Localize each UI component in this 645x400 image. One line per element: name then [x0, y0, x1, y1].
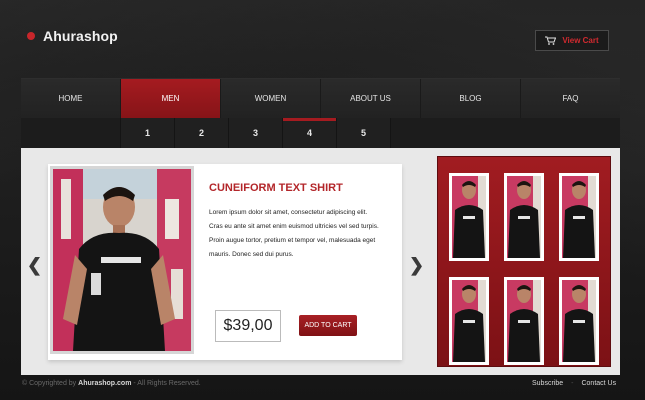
copyright: © Copyrighted by Ahurashop.com - All Rig…: [22, 380, 201, 387]
gallery-thumbnail[interactable]: [449, 277, 489, 365]
copyright-prefix: © Copyrighted by: [22, 380, 77, 387]
main-nav: HOME MEN WOMEN ABOUT US BLOG FAQ: [21, 78, 620, 118]
nav-item-home[interactable]: HOME: [21, 79, 121, 118]
cart-icon: [545, 36, 557, 45]
view-cart-button[interactable]: View Cart: [535, 30, 609, 51]
footer-link-contact-us[interactable]: Contact Us: [581, 380, 616, 387]
gallery-thumbnail[interactable]: [449, 173, 489, 261]
thumbnail-image: [562, 280, 596, 362]
slide-pager: 1 2 3 4 5: [21, 118, 620, 148]
page-5-button[interactable]: 5: [337, 118, 391, 148]
page: Ahurashop View Cart HOME MEN WOMEN ABOUT…: [0, 0, 645, 400]
thumbnail-image: [562, 176, 596, 258]
product-description: Lorem ipsum dolor sit amet, consectetur …: [209, 209, 379, 258]
gallery-thumbnail[interactable]: [559, 173, 599, 261]
thumbnail-image: [507, 176, 541, 258]
page-1-button[interactable]: 1: [121, 118, 175, 148]
footer-separator: -: [571, 380, 574, 387]
nav-item-blog[interactable]: BLOG: [421, 79, 521, 118]
copyright-suffix: - All Rights Reserved.: [133, 380, 201, 387]
pager-spacer: [21, 118, 121, 148]
footer-links: Subscribe - Contact Us: [532, 380, 616, 387]
nav-item-faq[interactable]: FAQ: [521, 79, 620, 118]
view-cart-label: View Cart: [562, 36, 599, 45]
add-to-cart-button[interactable]: ADD TO CART: [299, 315, 357, 336]
nav-item-about-us[interactable]: ABOUT US: [321, 79, 421, 118]
gallery-thumbnail[interactable]: [559, 277, 599, 365]
page-2-button[interactable]: 2: [175, 118, 229, 148]
logo-text: Ahurashop: [43, 28, 118, 44]
copyright-site[interactable]: Ahurashop.com: [78, 380, 131, 387]
logo-dot-icon: [27, 32, 35, 40]
product-title: CUNEIFORM TEXT SHIRT: [209, 182, 343, 194]
logo[interactable]: Ahurashop: [27, 28, 118, 44]
thumbnail-image: [507, 280, 541, 362]
gallery-thumbnail[interactable]: [504, 277, 544, 365]
page-4-button[interactable]: 4: [283, 118, 337, 148]
footer-link-subscribe[interactable]: Subscribe: [532, 380, 563, 387]
gallery-thumbnail[interactable]: [504, 173, 544, 261]
thumbnail-image: [452, 176, 486, 258]
page-3-button[interactable]: 3: [229, 118, 283, 148]
nav-item-men[interactable]: MEN: [121, 79, 221, 118]
nav-item-women[interactable]: WOMEN: [221, 79, 321, 118]
product-stage: ❮ CUNEIFORM TEXT SHIRT Lorem ipsum dolor…: [21, 148, 620, 375]
price-display: $39,00: [215, 310, 281, 342]
thumbnail-image: [452, 280, 486, 362]
model-photo-illustration: [53, 169, 191, 351]
product-gallery: [437, 156, 611, 367]
next-arrow-icon[interactable]: ❯: [409, 256, 424, 274]
product-card: CUNEIFORM TEXT SHIRT Lorem ipsum dolor s…: [48, 164, 402, 360]
product-photo[interactable]: [50, 166, 194, 354]
prev-arrow-icon[interactable]: ❮: [27, 256, 42, 274]
